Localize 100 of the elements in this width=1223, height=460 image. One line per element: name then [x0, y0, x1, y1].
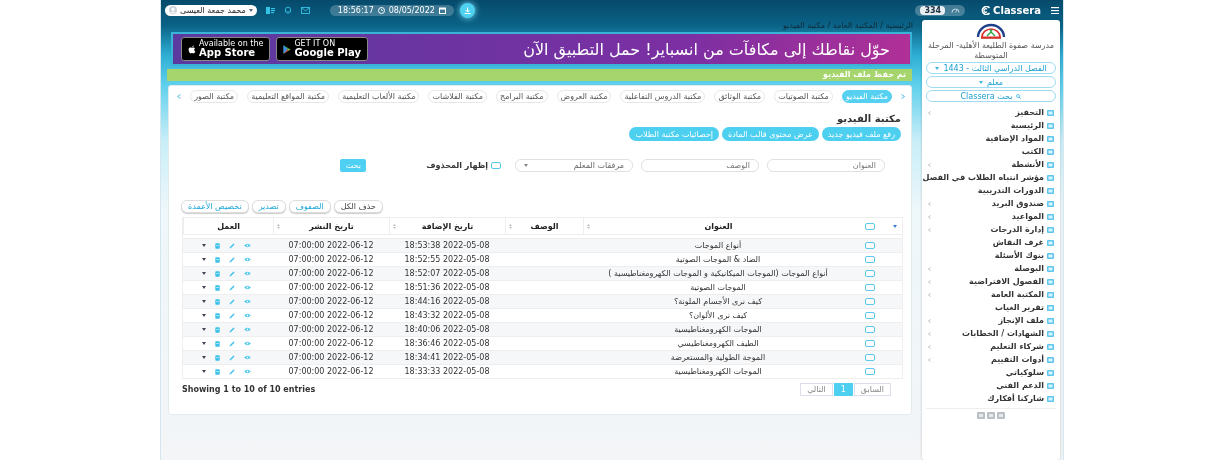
row-checkbox[interactable] — [865, 284, 875, 291]
eye-icon[interactable] — [244, 341, 251, 346]
row-checkbox[interactable] — [865, 242, 875, 249]
menu-icon[interactable] — [1051, 6, 1059, 14]
sidebar-item[interactable]: غرف النقاش — [926, 236, 1056, 250]
document-icon[interactable] — [215, 326, 220, 333]
column-header[interactable]: العمل — [217, 221, 240, 231]
sidebar-item[interactable]: الرئيسية — [926, 119, 1056, 133]
date-cell: 18:53:38 2022-05-08 — [404, 241, 490, 250]
id-card-icon[interactable] — [265, 6, 275, 14]
attachments-select[interactable]: مرفقات المعلم — [515, 159, 633, 172]
caret-icon[interactable] — [202, 244, 206, 247]
tile-icon — [1047, 148, 1054, 155]
description-field[interactable]: الوصف — [641, 159, 759, 172]
row-checkbox[interactable] — [865, 312, 875, 319]
checkbox[interactable] — [491, 162, 501, 169]
sidebar-item[interactable]: الدعم الفني — [926, 379, 1056, 393]
caret-icon[interactable] — [202, 314, 206, 317]
sidebar-item[interactable]: المواد الإضافية — [926, 132, 1056, 146]
sidebar-item[interactable]: الكتب — [926, 145, 1056, 159]
caret-icon[interactable] — [202, 356, 206, 359]
eye-icon[interactable] — [244, 369, 251, 374]
caret-icon[interactable] — [202, 300, 206, 303]
eye-icon[interactable] — [244, 313, 251, 318]
row-checkbox[interactable] — [865, 340, 875, 347]
library-tab[interactable]: مكتبة الدروس التفاعلية — [620, 89, 706, 103]
download-button[interactable] — [459, 2, 475, 18]
user-menu[interactable]: محمد جمعة العيسى — [165, 4, 257, 16]
title-field[interactable]: العنوان — [767, 159, 885, 172]
library-tab[interactable]: مكتبة البرامج — [496, 89, 548, 103]
column-header[interactable]: تاريخ الإضافة — [421, 221, 474, 231]
eye-icon[interactable] — [244, 257, 251, 262]
column-header[interactable]: العنوان — [704, 221, 733, 231]
document-icon[interactable] — [215, 242, 220, 249]
sidebar-item[interactable]: صندوق البريد — [926, 197, 1056, 211]
document-icon[interactable] — [215, 340, 220, 347]
library-tab[interactable]: مكتبة الألعاب التعليمية — [338, 89, 420, 103]
library-tab[interactable]: مكتبة الصوتيات — [774, 89, 833, 103]
store-badge[interactable]: Available on the App Store — [181, 37, 271, 61]
notification-icon[interactable] — [283, 6, 292, 14]
sidebar-item[interactable]: الدورات التدريبية — [926, 184, 1056, 198]
school-name: مدرسة صفوة الطليعة الأهلية- المرحلة المتوسطة — [927, 41, 1055, 61]
date-cell: 18:34:41 2022-05-08 — [404, 353, 490, 362]
library-tab[interactable]: مكتبة المواقع التعليمية — [247, 89, 330, 103]
library-tab[interactable]: مكتبة الوثائق — [714, 89, 766, 103]
sidebar-item[interactable]: البوصلة — [926, 262, 1056, 276]
sidebar-item[interactable]: إدارة الدرجات — [926, 223, 1056, 237]
chevron-right-icon[interactable] — [901, 93, 905, 99]
sidebar-item[interactable]: شركاء التعليم — [926, 340, 1056, 354]
select-all-checkbox[interactable] — [865, 222, 875, 230]
sidebar-item[interactable]: شاركنا أفكارك — [926, 392, 1056, 406]
document-icon[interactable] — [215, 298, 220, 305]
mail-icon[interactable] — [300, 6, 310, 14]
caret-icon[interactable] — [202, 258, 206, 261]
document-icon[interactable] — [215, 256, 220, 263]
sidebar-item[interactable]: تقرير الغياب — [926, 301, 1056, 315]
caret-icon[interactable] — [202, 328, 206, 331]
row-checkbox[interactable] — [865, 256, 875, 263]
caret-icon[interactable] — [202, 342, 206, 345]
document-icon[interactable] — [215, 368, 220, 375]
eye-icon[interactable] — [244, 327, 251, 332]
document-icon[interactable] — [215, 284, 220, 291]
sidebar-item[interactable]: الفصول الافتراضية — [926, 275, 1056, 289]
document-icon[interactable] — [215, 354, 220, 361]
chevron-left-icon[interactable] — [177, 93, 182, 99]
social-icon[interactable] — [977, 412, 985, 420]
column-header[interactable]: الوصف — [530, 221, 559, 231]
caret-icon[interactable] — [202, 286, 206, 289]
eye-icon[interactable] — [244, 243, 251, 248]
eye-icon[interactable] — [244, 271, 251, 276]
social-icon[interactable] — [997, 412, 1005, 420]
sidebar-label: إدارة الدرجات — [990, 225, 1044, 235]
row-checkbox[interactable] — [865, 326, 875, 333]
sidebar-item[interactable]: أدوات التقييم — [926, 353, 1056, 367]
library-tab[interactable]: مكتبة العروض — [556, 89, 612, 103]
library-tab[interactable]: مكتبة الصور — [190, 89, 239, 103]
table-tool-button[interactable]: حذف الكل — [333, 200, 383, 213]
store-badge[interactable]: GET IT ON Google Play — [276, 37, 368, 61]
row-checkbox[interactable] — [865, 298, 875, 305]
eye-icon[interactable] — [244, 299, 251, 304]
sidebar-item[interactable]: المكتبة العامة — [926, 288, 1056, 302]
caret-icon[interactable] — [202, 370, 206, 373]
sidebar-item[interactable]: الأنشطة — [926, 158, 1056, 172]
document-icon[interactable] — [215, 312, 220, 319]
sidebar-item[interactable]: المواعيد — [926, 210, 1056, 224]
row-checkbox[interactable] — [865, 368, 875, 375]
document-icon[interactable] — [215, 270, 220, 277]
sidebar-item[interactable]: ملف الإنجاز — [926, 314, 1056, 328]
eye-icon[interactable] — [244, 285, 251, 290]
row-checkbox[interactable] — [865, 354, 875, 361]
sidebar-item[interactable]: التحفيز — [926, 106, 1056, 120]
sidebar-item[interactable]: بنوك الأسئلة — [926, 249, 1056, 263]
social-icon[interactable] — [987, 412, 995, 420]
column-header[interactable]: تاريخ النشر — [309, 221, 354, 231]
sidebar-item[interactable]: الشهادات / الخطابات — [926, 327, 1056, 341]
sidebar-item[interactable]: سلوكياتي — [926, 366, 1056, 380]
eye-icon[interactable] — [244, 355, 251, 360]
caret-icon[interactable] — [202, 272, 206, 275]
row-checkbox[interactable] — [865, 270, 875, 277]
library-tab[interactable]: مكتبة الفلاشات — [428, 89, 487, 103]
